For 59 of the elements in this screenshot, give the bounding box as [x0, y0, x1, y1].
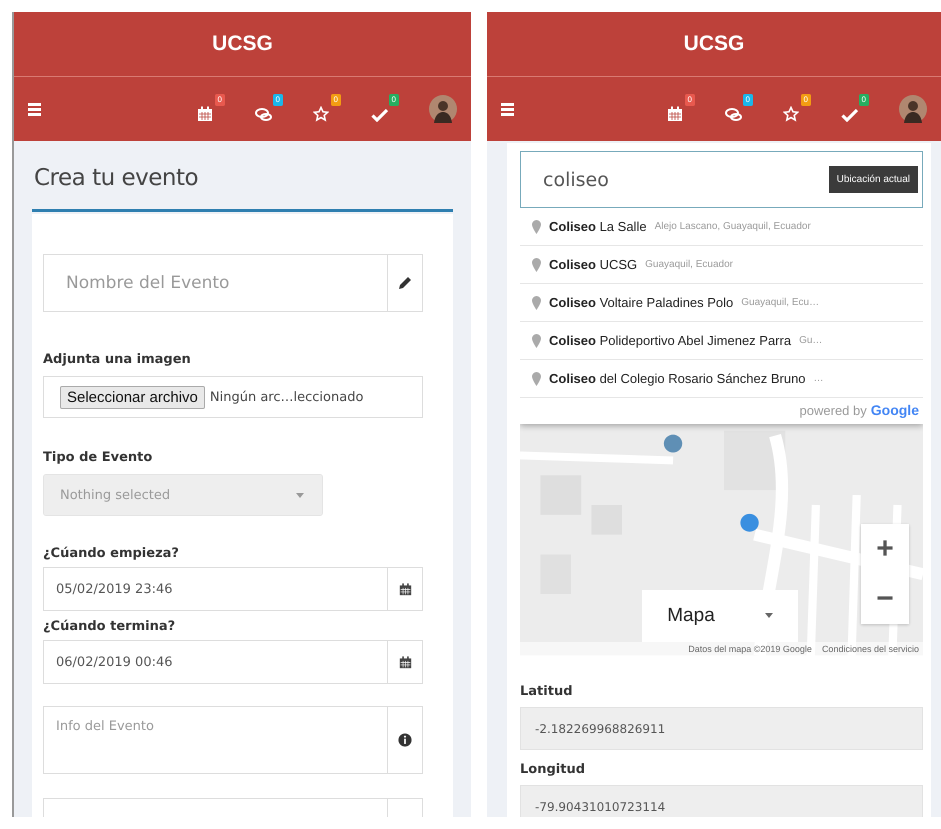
pin-icon — [532, 220, 541, 234]
brand-logo: Google — [870, 402, 919, 418]
field-label: ¿Cúando empieza? — [43, 546, 180, 561]
avatar[interactable] — [429, 95, 457, 123]
calendar-icon — [667, 106, 683, 122]
search-field[interactable]: coliseo Ubicación actual — [520, 151, 923, 208]
comments-icon — [725, 107, 743, 122]
terms-link[interactable]: Condiciones del servicio — [822, 644, 919, 654]
info-icon — [398, 733, 412, 747]
field-label: Longitud — [520, 762, 586, 778]
notification-button[interactable]: 0 — [667, 94, 695, 124]
caret-icon — [764, 613, 773, 618]
readonly-field: -79.90431010723114 — [520, 785, 923, 817]
count-badge: 0 — [388, 94, 399, 106]
notification-button[interactable]: 0 — [197, 94, 225, 124]
pin-icon — [532, 372, 541, 386]
calendar-icon — [398, 582, 412, 596]
count-badge: 0 — [330, 94, 341, 106]
star-icon — [783, 106, 799, 122]
powered-by-text: powered by — [800, 403, 867, 418]
app-title: UCSG — [212, 32, 273, 56]
suggestion-item[interactable]: Coliseo Polideportivo Abel Jimenez Parra Gu… — [520, 322, 923, 360]
count-badge: 0 — [742, 94, 753, 106]
app-title: UCSG — [684, 32, 744, 56]
pencil-icon — [397, 275, 413, 291]
pin-icon — [532, 334, 541, 348]
field-label: Adjunta una imagen — [43, 352, 192, 367]
zoom-in-button[interactable]: + — [861, 524, 909, 574]
suggestion-item[interactable]: Coliseo Voltaire Paladines Polo Guayaquil, Ecu… — [520, 284, 923, 322]
file-name: Ningún arc…leccionado — [210, 390, 364, 404]
pin-icon — [532, 258, 541, 272]
star-icon — [313, 106, 329, 122]
comments-icon — [255, 107, 273, 122]
field-label: Latitud — [520, 684, 574, 699]
avatar[interactable] — [899, 95, 927, 123]
map-attribution: Datos del mapa ©2019 Google — [688, 644, 812, 654]
count-badge: 0 — [684, 94, 695, 106]
calendar-icon — [197, 106, 213, 122]
suggestion-item[interactable]: Coliseo del Colegio Rosario Sánchez Bruno … — [520, 360, 923, 398]
count-badge: 0 — [800, 94, 811, 106]
menu-icon[interactable] — [28, 102, 41, 116]
count-badge: 0 — [858, 94, 869, 106]
check-icon — [371, 108, 389, 122]
suggestion-item[interactable]: Coliseo UCSG Guayaquil, Ecuador — [520, 246, 923, 284]
readonly-field: -2.182269968826911 — [520, 706, 923, 750]
menu-icon[interactable] — [501, 102, 514, 116]
current-location-button[interactable]: Ubicación actual — [828, 166, 918, 194]
pin-icon — [532, 296, 541, 310]
suggestion-item[interactable]: Coliseo La Salle Alejo Lascano, Guayaquil, Ecuador — [520, 208, 923, 246]
choose-file-button[interactable]: Seleccionar archivo — [60, 386, 205, 408]
field-label: Tipo de Evento — [43, 450, 154, 465]
check-icon — [841, 108, 859, 122]
zoom-out-button[interactable]: − — [861, 574, 909, 624]
caret-icon — [296, 492, 304, 498]
field-label: ¿Cúando termina? — [43, 619, 176, 634]
calendar-icon — [398, 656, 412, 668]
count-badge: 0 — [214, 94, 225, 106]
map-type-dropdown[interactable]: Mapa — [642, 590, 798, 642]
count-badge: 0 — [272, 94, 283, 106]
